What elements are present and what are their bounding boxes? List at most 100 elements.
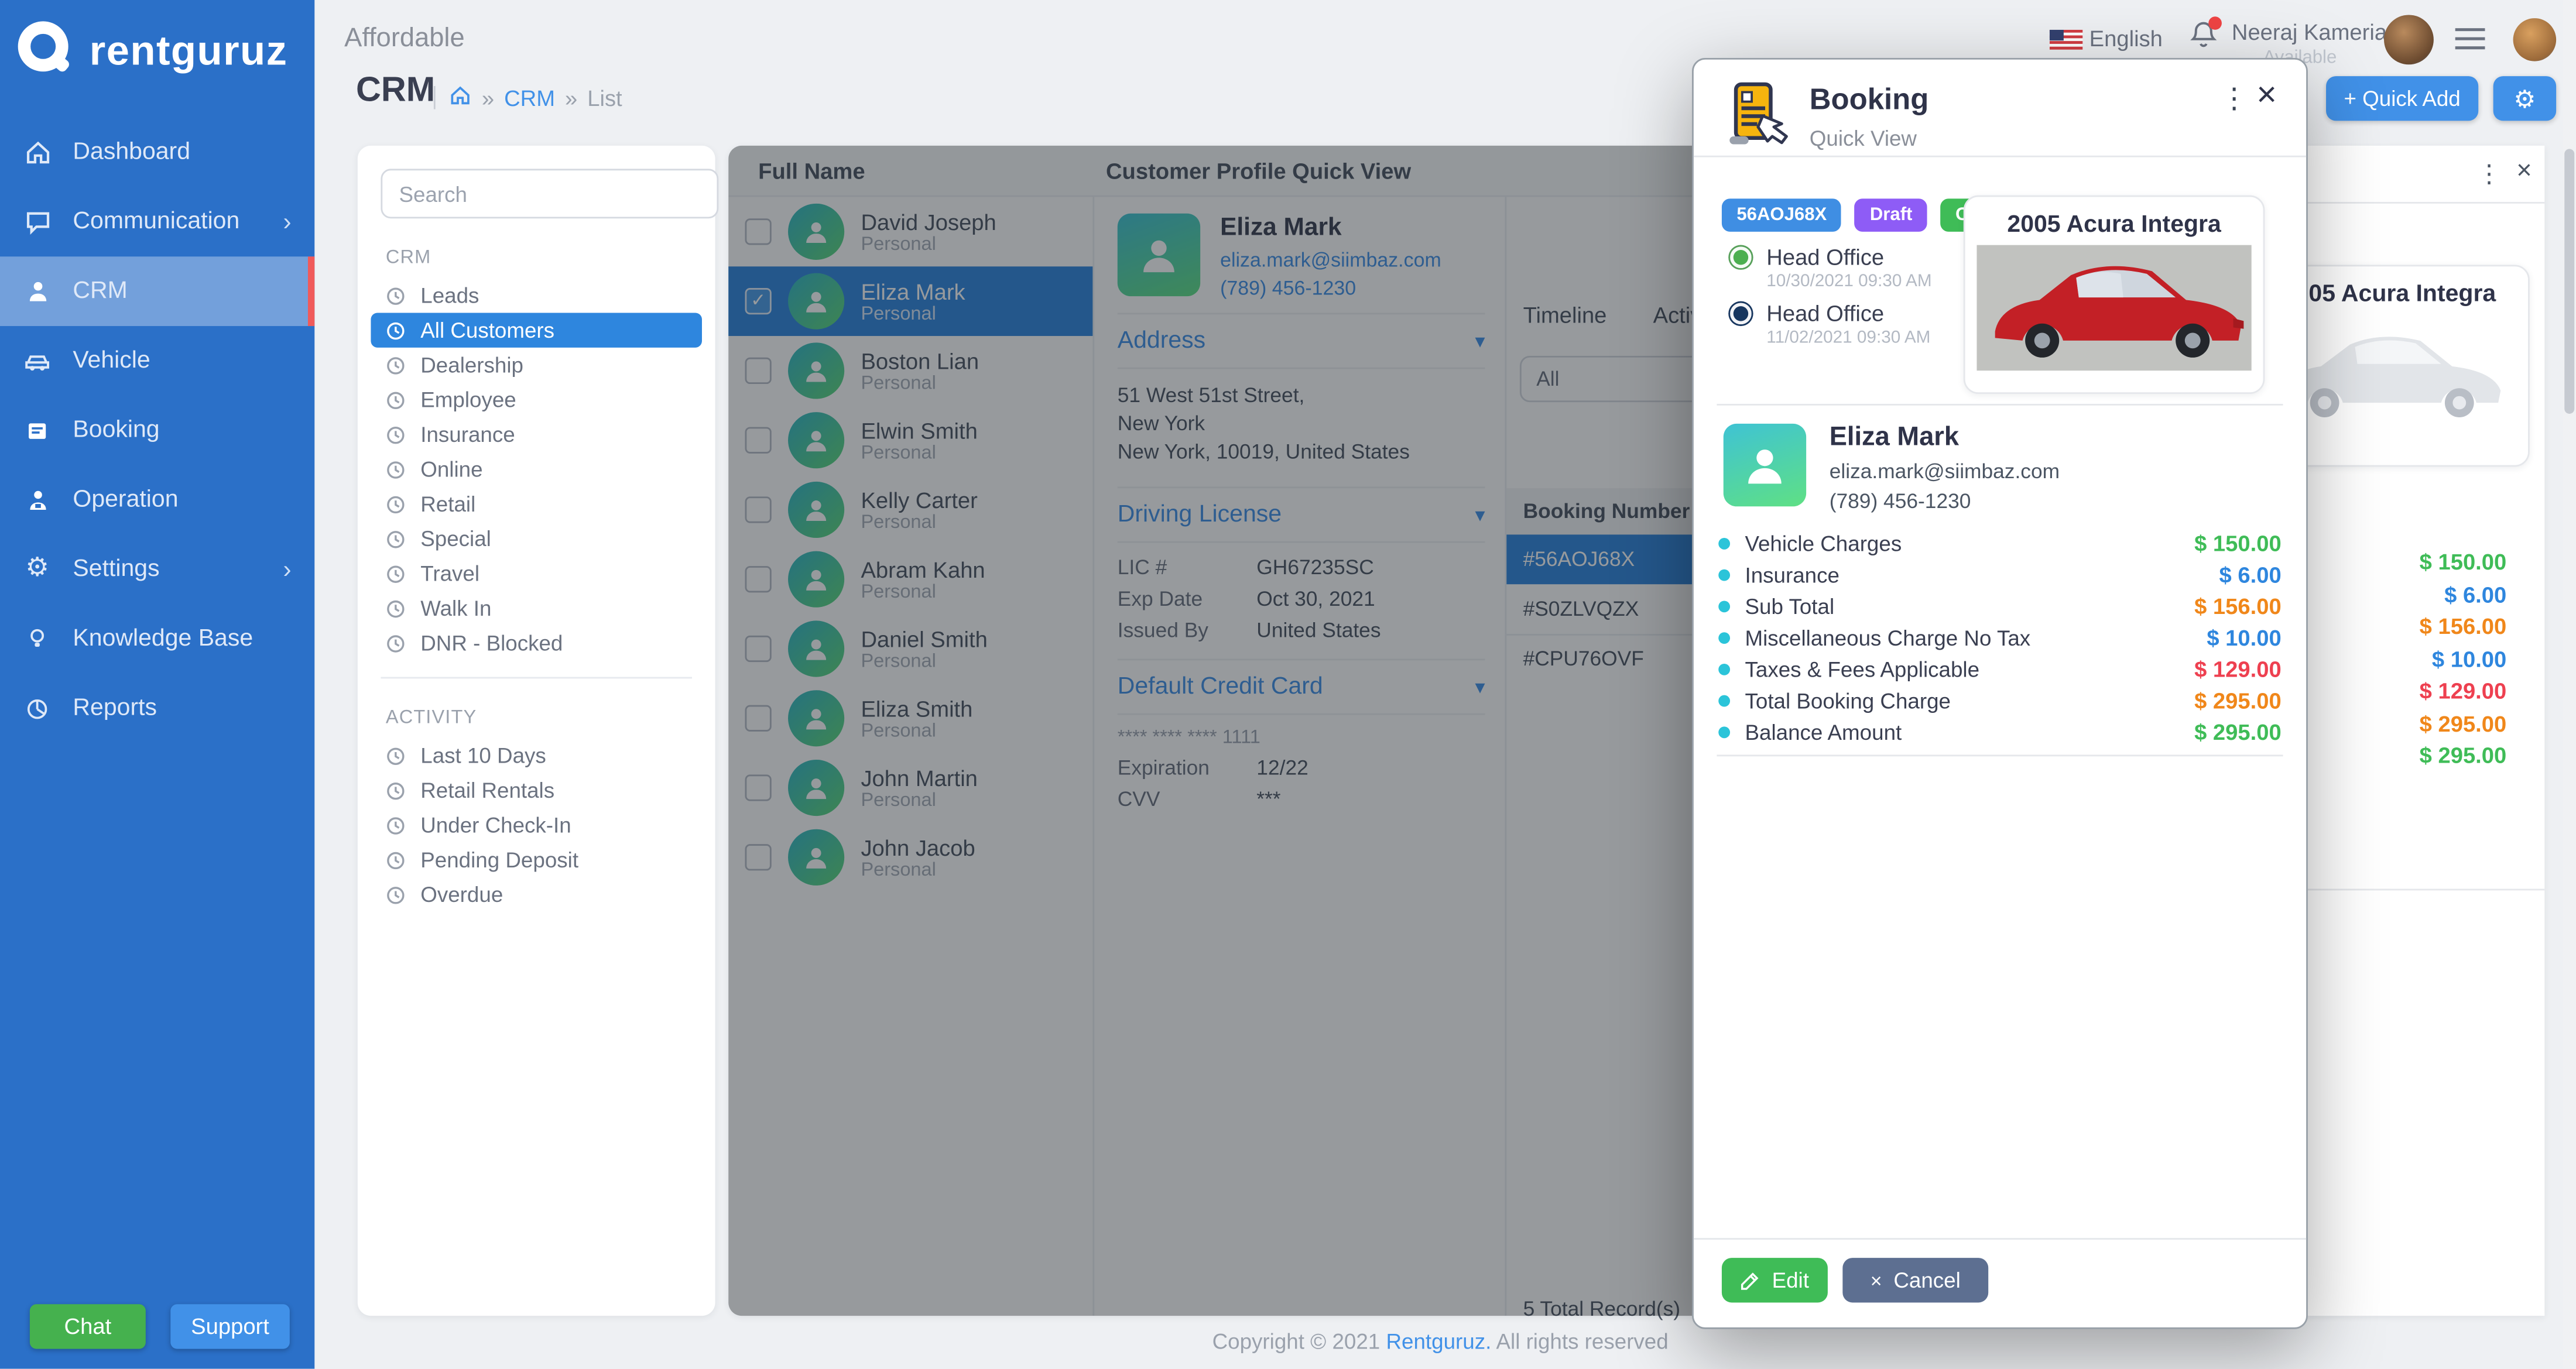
- filter-item-overdue[interactable]: Overdue: [371, 877, 702, 912]
- quick-add-button[interactable]: + Quick Add: [2326, 76, 2478, 121]
- bullet-icon: [1718, 726, 1730, 738]
- settings-gear-button[interactable]: ⚙: [2493, 76, 2556, 121]
- divider: [2304, 889, 2544, 891]
- bullet-icon: [1718, 538, 1730, 550]
- close-icon: ×: [1871, 1269, 1882, 1292]
- search-input[interactable]: [381, 169, 718, 218]
- filter-item-all-customers[interactable]: All Customers: [371, 313, 702, 347]
- language-flag-icon[interactable]: [2050, 28, 2083, 58]
- sidebar-item-dashboard[interactable]: Dashboard: [0, 118, 314, 187]
- footer-brand-link[interactable]: Rentguruz.: [1386, 1329, 1491, 1354]
- support-button[interactable]: Support: [170, 1304, 290, 1349]
- person-icon: [23, 277, 52, 306]
- dashboard-icon: [23, 138, 52, 166]
- sidebar-item-label: CRM: [73, 278, 127, 304]
- modal-subtitle: Quick View: [1810, 126, 1917, 150]
- secondary-avatar[interactable]: [2513, 18, 2557, 61]
- brand-logo-icon: [13, 16, 76, 88]
- breadcrumb-crm[interactable]: CRM: [504, 85, 555, 110]
- sidebar-item-label: Reports: [73, 695, 157, 722]
- filter-item-walk-in[interactable]: Walk In: [371, 591, 702, 626]
- filter-item-last-10-days[interactable]: Last 10 Days: [371, 738, 702, 773]
- charge-row: Miscellaneous Charge No Tax$ 10.00: [1718, 622, 2281, 654]
- charge-row: Vehicle Charges$ 150.00: [1718, 528, 2281, 560]
- filter-item-retail-rentals[interactable]: Retail Rentals: [371, 773, 702, 808]
- filter-item-dnr-blocked[interactable]: DNR - Blocked: [371, 626, 702, 660]
- divider: [381, 677, 692, 679]
- user-avatar[interactable]: [2384, 15, 2434, 64]
- breadcrumb-separator: »: [482, 85, 494, 110]
- close-icon[interactable]: ×: [2516, 157, 2532, 187]
- dropoff-location-radio[interactable]: [1730, 303, 1752, 324]
- sidebar-item-operation[interactable]: Operation: [0, 465, 314, 535]
- sidebar-item-booking[interactable]: Booking: [0, 396, 314, 465]
- divider: [1717, 404, 2283, 406]
- sidebar-item-crm[interactable]: CRM: [0, 256, 314, 326]
- sidebar-item-label: Vehicle: [73, 348, 150, 374]
- breadcrumb: » CRM » List: [434, 84, 622, 111]
- filter-panel: CRM Leads All Customers Dealership Emplo…: [358, 146, 715, 1316]
- footer-copyright: Copyright © 2021 Rentguruz. All rights r…: [314, 1329, 2566, 1354]
- filter-item-insurance[interactable]: Insurance: [371, 417, 702, 452]
- filter-item-special[interactable]: Special: [371, 521, 702, 556]
- vehicle-title: 2005 Acura Integra: [1965, 197, 2263, 239]
- charge-row: Sub Total$ 156.00: [1718, 591, 2281, 623]
- sidebar-item-settings[interactable]: ⚙ Settings ›: [0, 534, 314, 604]
- sidebar-item-reports[interactable]: Reports: [0, 674, 314, 743]
- filter-item-under-check-in[interactable]: Under Check-In: [371, 808, 702, 842]
- bullet-icon: [1718, 569, 1730, 581]
- divider: [1717, 754, 2283, 756]
- bulb-icon: [23, 625, 52, 653]
- sidebar-item-knowledge-base[interactable]: Knowledge Base: [0, 604, 314, 674]
- kebab-menu-icon[interactable]: ⋮: [2476, 159, 2501, 188]
- notification-bell-icon[interactable]: [2188, 20, 2218, 53]
- filter-item-dealership[interactable]: Dealership: [371, 348, 702, 382]
- scrollbar-thumb[interactable]: [2564, 149, 2574, 414]
- background-quick-view-panel: ⋮ × 2005 Acura Integra $ 150.00 $ 6.00 $…: [2304, 146, 2544, 1316]
- customer-name: Eliza Mark: [1830, 424, 2060, 454]
- divider: [2304, 202, 2544, 204]
- sidebar-item-label: Settings: [73, 556, 159, 582]
- vehicle-card: 2005 Acura Integra: [1964, 195, 2265, 394]
- bullet-icon: [1718, 601, 1730, 612]
- pickup-location-radio[interactable]: [1730, 246, 1752, 268]
- language-label[interactable]: English: [2089, 26, 2163, 51]
- user-name[interactable]: Neeraj Kameria: [2232, 20, 2387, 44]
- filter-item-online[interactable]: Online: [371, 452, 702, 486]
- sidebar-item-vehicle[interactable]: Vehicle: [0, 326, 314, 396]
- cancel-button[interactable]: × Cancel: [1842, 1258, 1988, 1302]
- bullet-icon: [1718, 664, 1730, 675]
- edit-button[interactable]: Edit: [1722, 1258, 1828, 1302]
- charge-row: Total Booking Charge$ 295.00: [1718, 685, 2281, 717]
- breadcrumb-separator: »: [565, 85, 577, 110]
- chevron-right-icon: ›: [283, 555, 292, 584]
- background-charges: $ 150.00 $ 6.00 $ 156.00 $ 10.00 $ 129.0…: [2304, 546, 2506, 772]
- brand-name: rentguruz: [90, 28, 288, 76]
- divider: [434, 86, 436, 109]
- modal-kebab-icon[interactable]: ⋮: [2220, 83, 2248, 116]
- bullet-icon: [1718, 632, 1730, 644]
- modal-close-icon[interactable]: ×: [2256, 76, 2277, 116]
- pickup-datetime: 10/30/2021 09:30 AM: [1766, 272, 1931, 291]
- chat-button[interactable]: Chat: [30, 1304, 146, 1349]
- filter-item-travel[interactable]: Travel: [371, 556, 702, 591]
- customer-avatar: [1724, 424, 1806, 506]
- booking-quick-view-modal: Booking Quick View ⋮ × 56AOJ68X Draft On…: [1692, 58, 2308, 1329]
- filter-item-leads[interactable]: Leads: [371, 278, 702, 313]
- menu-icon[interactable]: [2455, 28, 2485, 58]
- sidebar-item-label: Dashboard: [73, 139, 190, 166]
- status-badge-draft: Draft: [1855, 198, 1927, 232]
- home-icon[interactable]: [448, 84, 472, 111]
- filter-item-employee[interactable]: Employee: [371, 382, 702, 417]
- filter-item-pending-deposit[interactable]: Pending Deposit: [371, 842, 702, 877]
- app-stage: rentguruz Dashboard Communication › CRM …: [0, 0, 2576, 1369]
- booking-number-badge: 56AOJ68X: [1722, 198, 1842, 232]
- modal-title: Booking: [1810, 83, 1929, 117]
- charge-row: Balance Amount$ 295.00: [1718, 716, 2281, 748]
- filter-item-retail[interactable]: Retail: [371, 486, 702, 521]
- charge-row: Insurance$ 6.00: [1718, 560, 2281, 591]
- sidebar-item-communication[interactable]: Communication ›: [0, 187, 314, 257]
- divider: [1694, 156, 2306, 157]
- sidebar-item-label: Operation: [73, 486, 178, 513]
- notification-badge: [2208, 16, 2222, 30]
